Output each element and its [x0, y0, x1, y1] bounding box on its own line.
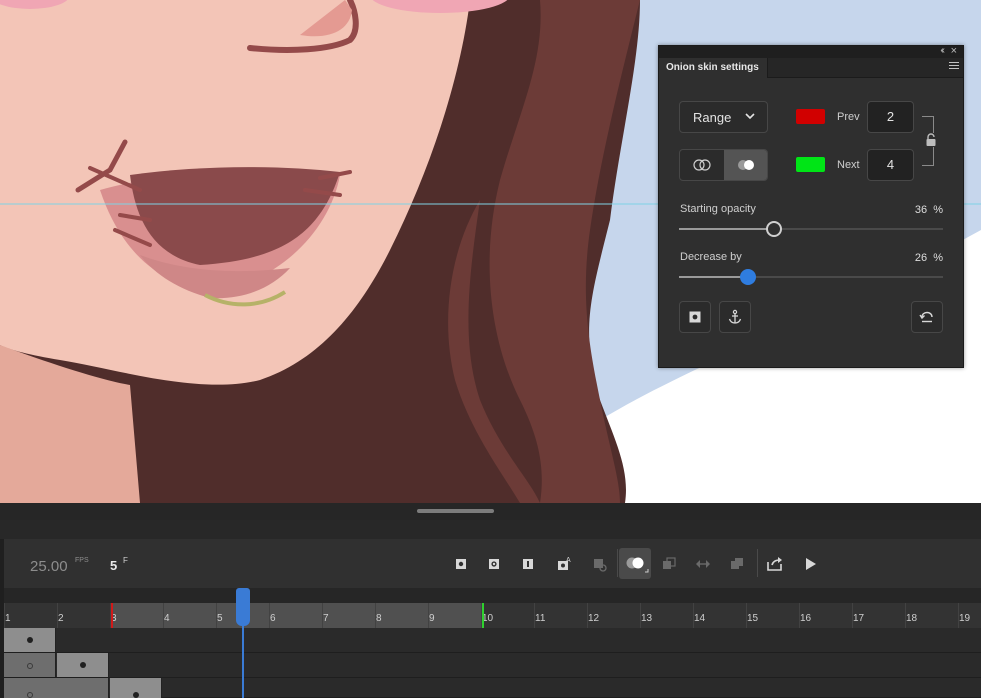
- ruler-frame-number: 14: [694, 613, 706, 624]
- layer-track-2[interactable]: [4, 653, 981, 678]
- current-frame-value[interactable]: 5: [110, 558, 117, 573]
- anchor-button[interactable]: [719, 301, 751, 333]
- onion-skin-toggle[interactable]: [619, 548, 651, 579]
- ruler-frame-number: 16: [800, 613, 812, 624]
- ruler-frame-number: 9: [429, 613, 435, 624]
- frame-span[interactable]: [4, 678, 109, 698]
- starting-opacity-thumb[interactable]: [766, 221, 782, 237]
- starting-opacity-fill: [679, 228, 774, 230]
- close-icon[interactable]: ×: [951, 45, 957, 57]
- frame-span[interactable]: [4, 628, 56, 652]
- ruler-frame-number: 12: [588, 613, 600, 624]
- blank-keyframe-ring: [27, 692, 33, 698]
- ruler-frame-number: 1: [5, 613, 11, 624]
- starting-opacity-label: Starting opacity: [680, 203, 756, 215]
- play-icon[interactable]: [799, 553, 821, 575]
- export-icon[interactable]: [764, 553, 786, 575]
- decrease-by-value: 26 %: [914, 252, 943, 264]
- toolbar-separator: [757, 549, 758, 577]
- svg-text:A: A: [566, 557, 571, 564]
- chevron-down-icon: [745, 113, 755, 120]
- timeline-resize-handle[interactable]: [0, 503, 981, 520]
- ruler-frame-number: 4: [164, 613, 170, 624]
- loop-icon[interactable]: [692, 553, 714, 575]
- ruler-frame-number: 7: [323, 613, 329, 624]
- frame-span[interactable]: [110, 678, 162, 698]
- layer-depth-icon[interactable]: [589, 553, 611, 575]
- reset-button[interactable]: [911, 301, 943, 333]
- layer-track-3[interactable]: [4, 678, 981, 698]
- frame-unit: F: [123, 556, 128, 565]
- ruler-frame-number: 15: [747, 613, 759, 624]
- fps-unit: FPS: [75, 557, 89, 564]
- ruler-frame-number: 11: [535, 613, 546, 624]
- outline-onion-button[interactable]: [680, 150, 724, 180]
- panel-tab-title[interactable]: Onion skin settings: [659, 58, 768, 78]
- starting-opacity-value: 36 %: [914, 204, 943, 216]
- insert-blank-keyframe-icon[interactable]: [483, 553, 505, 575]
- panel-tabbar: Onion skin settings: [659, 58, 963, 78]
- timeline-toolbar: 25.00 FPS 5 F A: [4, 539, 981, 588]
- onion-skin-icon: [626, 557, 649, 573]
- edit-multiple-frames-icon[interactable]: [658, 553, 680, 575]
- frame-span[interactable]: [4, 653, 56, 677]
- layer-track-1[interactable]: [4, 628, 981, 653]
- prev-color-swatch[interactable]: [796, 109, 825, 124]
- keyframe-dot: [133, 692, 139, 698]
- filled-onion-button[interactable]: [724, 150, 767, 180]
- onion-outline-icon[interactable]: [726, 553, 748, 575]
- ruler-frame-number: 19: [959, 613, 971, 624]
- starting-opacity-slider[interactable]: [679, 221, 943, 237]
- insert-keyframe-icon[interactable]: [450, 553, 472, 575]
- resize-grip-bar[interactable]: [417, 509, 494, 513]
- timeline-ruler[interactable]: 1 2 3 4 5 6 7 8 9 10 11 12 13 14 15 16 17 18 19: [4, 603, 981, 628]
- keyframe-dot: [27, 637, 33, 643]
- next-color-swatch[interactable]: [796, 157, 825, 172]
- lock-icon[interactable]: [925, 133, 937, 147]
- timeline-panel: 25.00 FPS 5 F A 1 2 3 4 5 6 7 8 9 10 11 …: [0, 503, 981, 698]
- prev-label: Prev: [837, 111, 860, 123]
- onion-skin-panel: ‹‹ × Onion skin settings Range Prev 2 Ne…: [658, 45, 964, 368]
- next-label: Next: [837, 159, 860, 171]
- timeline-ruler-top: [4, 588, 981, 603]
- ruler-frame-number: 17: [853, 613, 865, 624]
- onion-end-marker[interactable]: [482, 603, 484, 628]
- blank-keyframe-ring: [27, 663, 33, 669]
- playhead[interactable]: [236, 588, 250, 698]
- timeline-header-blank: [0, 520, 981, 539]
- filled-onion-icon: [738, 160, 754, 170]
- ruler-frame-number: 18: [906, 613, 918, 624]
- ruler-frame-number: 2: [58, 613, 64, 624]
- range-dropdown-label: Range: [693, 110, 732, 125]
- panel-menu-icon[interactable]: [949, 62, 959, 71]
- anchor-icon: [728, 309, 742, 324]
- decrease-by-fill: [679, 276, 748, 278]
- toolbar-separator: [617, 549, 618, 577]
- keyframe-icon: [689, 311, 701, 323]
- outline-onion-icon: [693, 159, 711, 171]
- insert-frame-icon[interactable]: [517, 553, 539, 575]
- range-dropdown[interactable]: Range: [679, 101, 768, 133]
- playhead-handle[interactable]: [236, 588, 250, 626]
- onion-mode-toggle: [679, 149, 768, 181]
- fps-value[interactable]: 25.00: [30, 558, 68, 575]
- camera-icon[interactable]: A: [553, 553, 575, 575]
- frame-span[interactable]: [57, 653, 109, 677]
- decrease-by-thumb[interactable]: [740, 269, 756, 285]
- next-frames-input[interactable]: 4: [867, 149, 914, 181]
- playhead-line: [242, 626, 244, 698]
- ruler-frame-number: 13: [641, 613, 653, 624]
- ruler-frame-number: 6: [270, 613, 276, 624]
- ruler-frame-number: 8: [376, 613, 382, 624]
- onion-start-marker[interactable]: [111, 603, 113, 628]
- decrease-by-slider[interactable]: [679, 269, 943, 285]
- keyframe-dot: [80, 662, 86, 668]
- reset-icon: [919, 311, 933, 323]
- decrease-by-label: Decrease by: [680, 251, 742, 263]
- panel-titlebar[interactable]: ‹‹ ×: [659, 45, 963, 58]
- ruler-frame-number: 5: [217, 613, 223, 624]
- prev-frames-input[interactable]: 2: [867, 101, 914, 133]
- keyframe-only-button[interactable]: [679, 301, 711, 333]
- collapse-icon[interactable]: ‹‹: [940, 45, 944, 56]
